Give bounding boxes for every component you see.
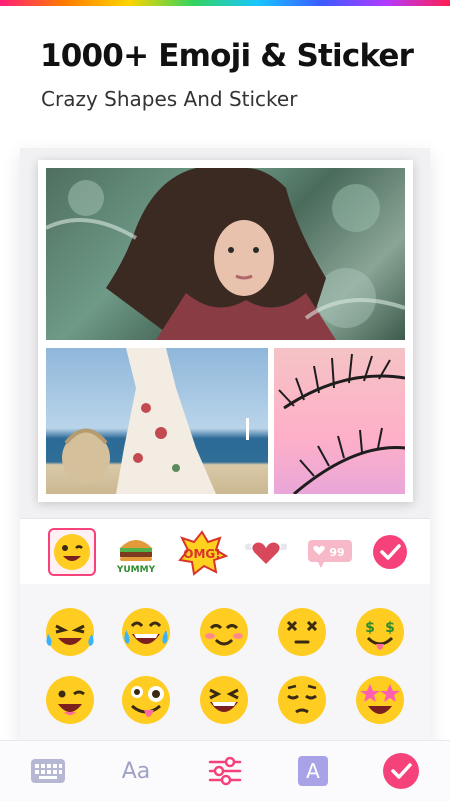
rainbow-top-strip — [0, 0, 450, 6]
joy-tears-emoji[interactable] — [118, 604, 174, 660]
photo-collage — [38, 160, 413, 502]
font-box-icon: A — [298, 756, 328, 786]
emoji-grid: $ $ — [20, 584, 430, 740]
burger-yummy-sticker: YUMMY — [116, 540, 156, 575]
grinning-squint-emoji[interactable] — [196, 672, 252, 728]
confirm-sticker-button[interactable] — [366, 528, 414, 576]
winking-face-emoji[interactable] — [42, 672, 98, 728]
star-struck-emoji[interactable] — [352, 672, 408, 728]
confirm-button[interactable] — [381, 751, 421, 791]
omg-text: OMG! — [183, 547, 220, 561]
omg-sticker: OMG! — [178, 530, 229, 576]
font-button[interactable]: A — [293, 751, 333, 791]
headline: 1000+ Emoji & Sticker — [40, 38, 414, 74]
heart-sticker-tab[interactable] — [240, 528, 288, 576]
emoji-category-tab[interactable] — [48, 528, 96, 576]
subheadline: Crazy Shapes And Sticker — [41, 87, 298, 111]
svg-text:$: $ — [385, 620, 395, 636]
likes-badge-sticker: 99 — [308, 540, 352, 568]
yummy-text: YUMMY — [116, 565, 156, 575]
confirm-check-icon — [383, 753, 419, 789]
emoji-face-icon — [54, 534, 90, 570]
adjust-button[interactable] — [205, 751, 245, 791]
text-style-button[interactable]: Aa — [116, 751, 156, 791]
zany-face-emoji[interactable] — [118, 672, 174, 728]
likes-count: 99 — [329, 546, 344, 559]
palm-leaves-photo[interactable] — [274, 348, 405, 494]
pensive-face-emoji[interactable] — [274, 672, 330, 728]
blushing-smile-emoji[interactable] — [196, 604, 252, 660]
keyboard-icon — [31, 759, 65, 783]
money-mouth-emoji[interactable]: $ $ — [352, 604, 408, 660]
portrait-photo[interactable] — [46, 168, 405, 340]
svg-text:$: $ — [365, 620, 375, 636]
omg-sticker-tab[interactable]: OMG! — [176, 528, 229, 576]
text-style-icon: Aa — [121, 758, 151, 784]
dizzy-face-emoji[interactable] — [274, 604, 330, 660]
keyboard-button[interactable] — [28, 751, 68, 791]
winged-heart-sticker — [244, 542, 288, 564]
confirm-icon — [373, 535, 407, 569]
bottom-toolbar: Aa A — [0, 740, 450, 801]
burger-sticker-tab[interactable]: YUMMY — [112, 528, 160, 576]
sticker-category-bar: YUMMY OMG! 99 — [20, 518, 430, 586]
likes-sticker-tab[interactable]: 99 — [304, 528, 352, 576]
laughing-tears-emoji[interactable] — [42, 604, 98, 660]
beach-dress-photo[interactable] — [46, 348, 268, 494]
adjust-sliders-icon — [208, 756, 242, 786]
